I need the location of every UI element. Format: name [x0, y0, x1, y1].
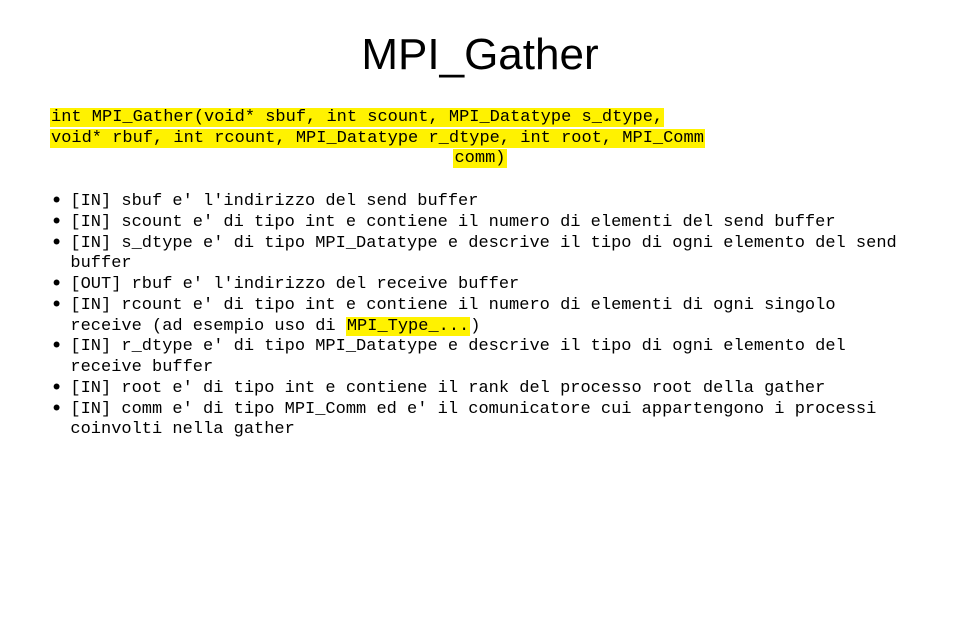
- page-title: MPI_Gather: [50, 30, 910, 80]
- param-text-post: ): [470, 317, 480, 336]
- param-text: [OUT] rbuf e' l'indirizzo del receive bu…: [70, 275, 519, 294]
- function-signature: int MPI_Gather(void* sbuf, int scount, M…: [50, 108, 910, 170]
- param-text: [IN] s_dtype e' di tipo MPI_Datatype e d…: [70, 234, 896, 274]
- param-item: • [IN] root e' di tipo int e contiene il …: [50, 379, 910, 400]
- param-item: • [IN] s_dtype e' di tipo MPI_Datatype e …: [50, 234, 910, 275]
- param-item: • [OUT] rbuf e' l'indirizzo del receive b…: [50, 275, 910, 296]
- parameter-list: • [IN] sbuf e' l'indirizzo del send buffe…: [50, 192, 910, 441]
- signature-line-3: comm): [453, 149, 506, 168]
- param-text: [IN] r_dtype e' di tipo MPI_Datatype e d…: [70, 337, 845, 377]
- bullet-icon: •: [50, 379, 63, 399]
- bullet-icon: •: [50, 337, 63, 357]
- param-item: • [IN] comm e' di tipo MPI_Comm ed e' il …: [50, 400, 910, 441]
- signature-line-1: int MPI_Gather(void* sbuf, int scount, M…: [50, 108, 664, 127]
- bullet-icon: •: [50, 400, 63, 420]
- param-text: [IN] scount e' di tipo int e contiene il…: [70, 213, 835, 232]
- bullet-icon: •: [50, 234, 63, 254]
- param-item: •[IN] rcount e' di tipo int e contiene i…: [50, 296, 910, 337]
- signature-line-2: void* rbuf, int rcount, MPI_Datatype r_d…: [50, 129, 705, 148]
- bullet-icon: •: [50, 213, 63, 233]
- param-item: • [IN] scount e' di tipo int e contiene i…: [50, 213, 910, 234]
- param-item: •[IN] sbuf e' l'indirizzo del send buffe…: [50, 192, 910, 213]
- param-text: [IN] root e' di tipo int e contiene il r…: [70, 379, 825, 398]
- bullet-icon: •: [50, 296, 63, 316]
- bullet-icon: •: [50, 275, 63, 295]
- param-highlight: MPI_Type_...: [346, 317, 470, 336]
- param-text: [IN] comm e' di tipo MPI_Comm ed e' il c…: [70, 400, 876, 440]
- param-item: • [IN] r_dtype e' di tipo MPI_Datatype e …: [50, 337, 910, 378]
- param-text: [IN] sbuf e' l'indirizzo del send buffer: [70, 192, 478, 211]
